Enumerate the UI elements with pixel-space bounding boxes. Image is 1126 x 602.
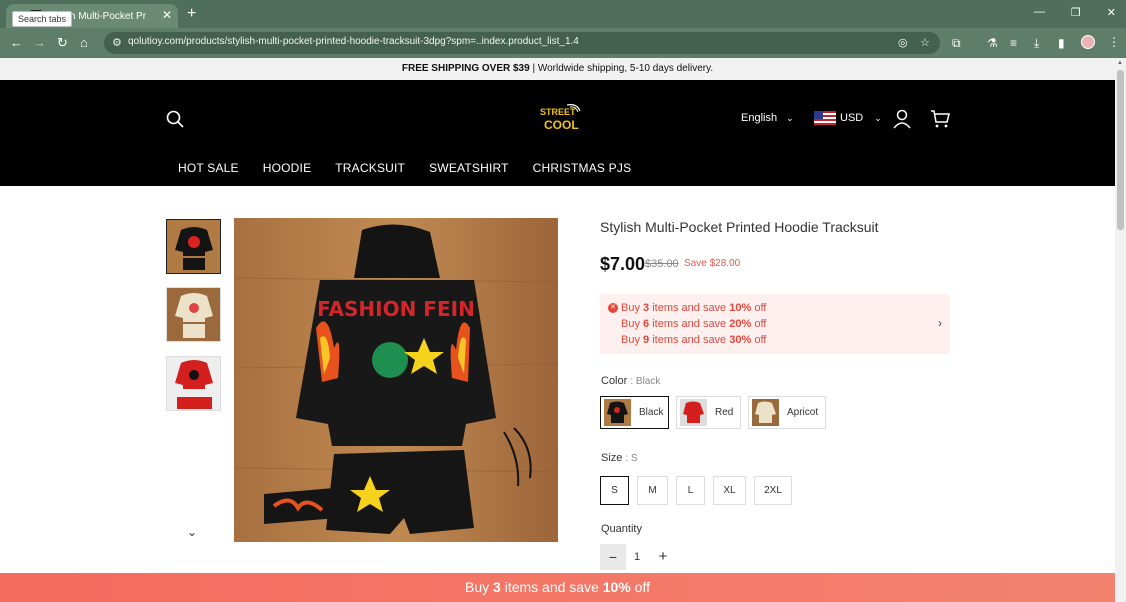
bundle-promo-bar[interactable]: Buy 3 items and save 10% off — [0, 573, 1115, 602]
swatch-image — [604, 399, 631, 426]
thumbnail-apricot[interactable] — [166, 287, 221, 342]
swatch-label: Apricot — [787, 407, 819, 418]
chevron-down-icon: ⌄ — [786, 113, 794, 123]
eye-off-icon[interactable]: ◎ — [898, 36, 908, 49]
size-selected: : S — [625, 453, 638, 464]
url-text[interactable]: qolutioy.com/products/stylish-multi-pock… — [128, 36, 579, 47]
forward-icon[interactable]: → — [33, 35, 46, 51]
swatch-image — [752, 399, 779, 426]
close-tab-icon[interactable]: ✕ — [162, 9, 172, 21]
size-option-2xl[interactable]: 2XL — [754, 476, 792, 505]
scroll-up-icon[interactable]: ▲ — [1117, 60, 1123, 66]
profile-avatar[interactable] — [1081, 35, 1095, 49]
language-label: English — [741, 112, 778, 124]
size-option-m[interactable]: M — [637, 476, 668, 505]
site-info-icon[interactable]: ⚙ — [112, 36, 122, 49]
color-selected: : Black — [630, 376, 661, 387]
nav-hoodie[interactable]: HOODIE — [263, 161, 312, 175]
thumbnail-black[interactable] — [166, 219, 221, 274]
bookmark-star-icon[interactable]: ☆ — [920, 36, 930, 49]
product-photo: FASHION FEIN — [234, 218, 558, 542]
color-option-apricot[interactable]: Apricot — [748, 396, 826, 429]
product-price: $7.00 — [600, 254, 646, 274]
restore-icon[interactable]: ❐ — [1071, 6, 1081, 19]
language-selector[interactable]: English ⌄ — [741, 112, 794, 124]
discount-icon: ✕ — [608, 303, 618, 313]
chevron-down-icon: ⌄ — [874, 113, 882, 123]
color-option-black[interactable]: Black — [600, 396, 669, 429]
scroll-thumb[interactable] — [1117, 70, 1124, 230]
nav-tracksuit[interactable]: TRACKSUIT — [335, 161, 405, 175]
print-text: FASHION FEIN — [317, 297, 475, 321]
promo-line-3: Buy 9 items and save 30% off — [621, 334, 767, 346]
color-label: Color : Black — [601, 375, 661, 387]
page-scrollbar[interactable]: ▲ — [1115, 58, 1126, 602]
announcement-bar: FREE SHIPPING OVER $39 | Worldwide shipp… — [0, 58, 1115, 80]
savings-badge: Save $28.00 — [684, 258, 741, 269]
reload-icon[interactable]: ↻ — [57, 35, 68, 51]
promo-text: Buy — [465, 579, 494, 595]
quantity-input[interactable]: 1 — [634, 551, 640, 563]
close-window-icon[interactable]: ✕ — [1107, 6, 1116, 19]
color-option-red[interactable]: Red — [676, 396, 741, 429]
extensions-icon[interactable]: ⧉ — [952, 36, 961, 50]
swatch-label: Red — [715, 407, 734, 418]
logo-text-bottom: COOL — [544, 118, 579, 132]
thumbnail-image — [167, 357, 220, 410]
size-label: Size : S — [601, 452, 638, 464]
logo-text-top: STREET — [540, 107, 576, 117]
main-nav: HOT SALE HOODIE TRACKSUIT SWEATSHIRT CHR… — [178, 161, 631, 175]
site-header: STREET COOL English ⌄ USD ⌄ HOT SALE HOO… — [0, 80, 1115, 186]
chevron-right-icon[interactable]: › — [938, 316, 942, 330]
window-controls: — ❐ ✕ — [1034, 6, 1116, 19]
bundle-discount-panel[interactable]: ✕ Buy 3 items and save 10% off Buy 6 ite… — [600, 294, 950, 354]
thumbnail-image — [167, 288, 220, 341]
nav-hot-sale[interactable]: HOT SALE — [178, 161, 239, 175]
search-icon[interactable] — [166, 110, 184, 128]
back-icon[interactable]: ← — [10, 35, 23, 51]
promo-text: items and save — [500, 579, 603, 595]
promo-line-1: Buy 3 items and save 10% off — [621, 302, 767, 314]
home-icon[interactable]: ⌂ — [80, 35, 88, 51]
announcement-text: | Worldwide shipping, 5-10 days delivery… — [529, 63, 714, 74]
currency-selector[interactable]: USD ⌄ — [840, 112, 882, 124]
currency-label: USD — [840, 112, 864, 124]
browser-tab-strip: Stylish Multi-Pocket Printed Ho... ✕ Sea… — [0, 0, 1126, 28]
size-option-xl[interactable]: XL — [713, 476, 746, 505]
quantity-increase-button[interactable]: + — [654, 544, 672, 570]
nav-christmas-pjs[interactable]: CHRISTMAS PJS — [533, 161, 632, 175]
us-flag-icon — [814, 111, 836, 125]
promo-qty: 3 — [493, 579, 501, 595]
thumbnail-red[interactable] — [166, 356, 221, 411]
browser-toolbar: ← → ↻ ⌂ ⚙ qolutioy.com/products/stylish-… — [0, 28, 1126, 58]
product-main-image[interactable]: FASHION FEIN — [234, 218, 558, 542]
nav-sweatshirt[interactable]: SWEATSHIRT — [429, 161, 509, 175]
user-icon[interactable] — [893, 109, 911, 129]
new-tab-button[interactable]: + — [187, 6, 196, 22]
quantity-label: Quantity — [601, 523, 642, 535]
chevron-down-icon[interactable]: ⌄ — [187, 525, 197, 539]
menu-dots-icon[interactable]: ⋮ — [1108, 35, 1120, 49]
promo-line-2: Buy 6 items and save 20% off — [621, 318, 767, 330]
size-option-l[interactable]: L — [676, 476, 705, 505]
product-title: Stylish Multi-Pocket Printed Hoodie Trac… — [600, 219, 879, 235]
minimize-icon[interactable]: — — [1034, 6, 1045, 19]
cart-icon[interactable] — [930, 109, 950, 129]
site-logo[interactable]: STREET COOL — [537, 102, 583, 134]
download-icon[interactable]: ⤓ — [1034, 36, 1039, 50]
search-tabs-tooltip: Search tabs — [12, 11, 73, 27]
size-option-s[interactable]: S — [600, 476, 629, 505]
quantity-decrease-button[interactable]: − — [600, 544, 626, 570]
thumbnail-image — [167, 220, 220, 273]
swatch-label: Black — [639, 407, 664, 418]
media-icon[interactable]: ≡ — [1010, 36, 1017, 50]
address-bar[interactable]: ⚙ qolutioy.com/products/stylish-multi-po… — [104, 32, 940, 54]
original-price: $35.00 — [645, 258, 679, 270]
promo-percent: 10% — [602, 579, 631, 595]
announcement-bold: FREE SHIPPING OVER $39 — [401, 63, 530, 74]
sidebar-icon[interactable]: ▮ — [1058, 36, 1065, 50]
swatch-image — [680, 399, 707, 426]
flask-icon[interactable]: ⚗ — [987, 36, 998, 50]
promo-text: off — [630, 579, 650, 595]
